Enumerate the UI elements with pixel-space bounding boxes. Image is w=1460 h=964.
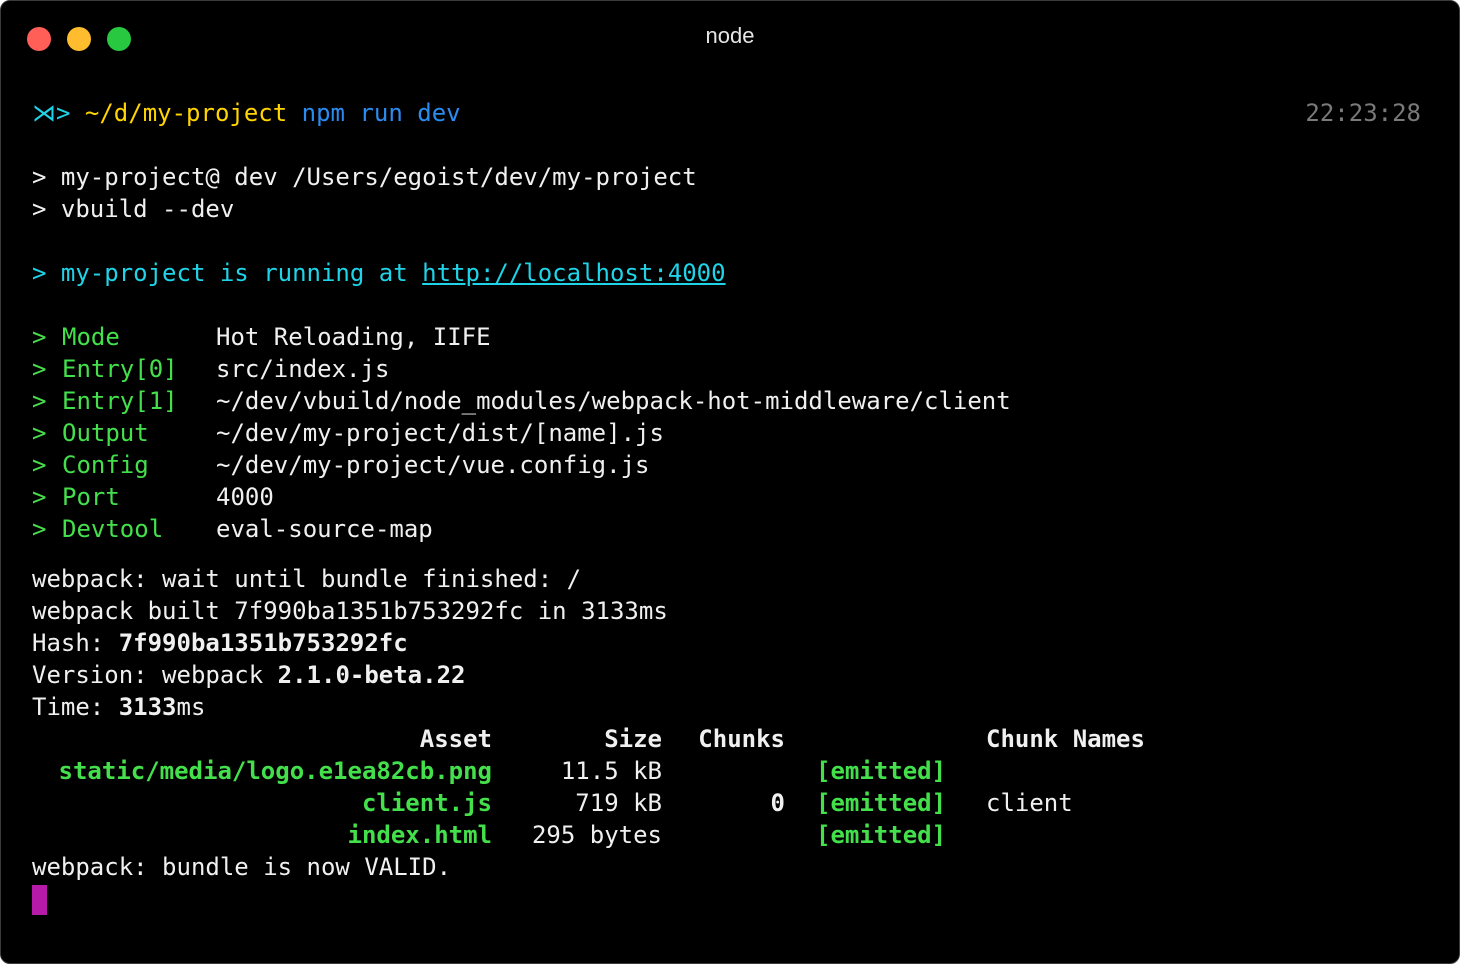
config-key: Entry[0] [62,355,178,383]
title-bar: node [1,1,1459,73]
config-prefix: > [32,323,47,351]
hash-line: Hash: 7f990ba1351b753292fc [32,627,1429,659]
config-row: > Entry[0] src/index.js [32,353,1429,385]
table-row: index.html 295 bytes [emitted] [32,819,1429,851]
config-row: > Port 4000 [32,481,1429,513]
prompt-command: npm [301,99,346,127]
table-row: client.js 719 kB 0 [emitted] client [32,787,1429,819]
config-prefix: > [32,515,47,543]
hash-value: 7f990ba1351b753292fc [118,629,408,657]
config-row: > Config ~/dev/my-project/vue.config.js [32,449,1429,481]
config-key: Port [62,483,120,511]
config-key: Devtool [62,515,164,543]
config-value: ~/dev/my-project/dist/[name].js [216,419,664,447]
hash-label: Hash: [32,629,119,657]
asset-size: 295 bytes [531,821,662,849]
asset-name: client.js [361,789,492,817]
config-value: ~/dev/my-project/vue.config.js [216,451,650,479]
prompt-args: run dev [359,99,461,127]
terminal-output[interactable]: ⋊> ~/d/my-project npm run dev 22:23:28 > … [32,97,1429,915]
cursor-line [32,883,1429,915]
npm-script-line: > my-project@ dev /Users/egoist/dev/my-p… [32,163,697,191]
asset-header: Asset [419,725,492,753]
config-key: Config [62,451,149,479]
assets-table-body: static/media/logo.e1ea82cb.png 11.5 kB [em… [32,755,1429,851]
config-value: src/index.js [216,355,390,383]
asset-status: [emitted] [816,821,947,849]
config-value: ~/dev/vbuild/node_modules/webpack-hot-mi… [216,387,1011,415]
asset-name: index.html [347,821,493,849]
time-label: Time: [32,693,119,721]
webpack-wait-line: webpack: wait until bundle finished: / [32,565,582,593]
terminal-window: node ⋊> ~/d/my-project npm run dev 22:23:… [0,0,1460,964]
table-row: static/media/logo.e1ea82cb.png 11.5 kB [em… [32,755,1429,787]
config-prefix: > [32,387,47,415]
config-key: Entry[1] [62,387,178,415]
config-value: Hot Reloading, IIFE [216,323,491,351]
npm-command-line: > vbuild --dev [32,195,235,223]
config-value: 4000 [216,483,274,511]
terminal-cursor [32,885,47,915]
window-title: node [705,23,755,48]
prompt-path: ~/d/my-project [84,99,288,127]
running-line: > my-project is running at http://localh… [32,257,1429,289]
prompt-line: ⋊> ~/d/my-project npm run dev 22:23:28 [32,97,1429,129]
webpack-built-line: webpack built 7f990ba1351b753292fc in 31… [32,597,668,625]
time-line: Time: 3133ms [32,691,1429,723]
size-header: Size [604,725,662,753]
assets-table-header: Asset Size Chunks Chunk Names [32,723,1429,755]
config-value: eval-source-map [216,515,433,543]
config-prefix: > [32,451,47,479]
asset-size: 11.5 kB [560,757,662,785]
config-key: Output [62,419,149,447]
bundle-valid-line: webpack: bundle is now VALID. [32,853,452,881]
config-row: > Mode Hot Reloading, IIFE [32,321,1429,353]
running-text: > my-project is running at [32,259,423,287]
asset-chunk-names: client [986,789,1073,817]
asset-status: [emitted] [816,789,947,817]
config-row: > Devtool eval-source-map [32,513,1429,545]
time-value: 3133 [118,693,177,721]
config-key: Mode [62,323,120,351]
chunks-header: Chunks [698,725,785,753]
version-label: Version: webpack [32,661,278,689]
config-prefix: > [32,483,47,511]
time-unit: ms [176,693,206,721]
localhost-link[interactable]: http://localhost:4000 [422,259,725,287]
config-info: > Mode Hot Reloading, IIFE > Entry[0] src/ind… [32,321,1429,545]
asset-status: [emitted] [816,757,947,785]
asset-size: 719 kB [575,789,662,817]
config-row: > Entry[1] ~/dev/vbuild/node_modules/webpa… [32,385,1429,417]
asset-name: static/media/logo.e1ea82cb.png [58,757,492,785]
prompt-timestamp: 22:23:28 [1305,99,1421,127]
config-row: > Output ~/dev/my-project/dist/[name].js [32,417,1429,449]
version-line: Version: webpack 2.1.0-beta.22 [32,659,1429,691]
prompt-symbol: ⋊> [32,99,71,127]
config-prefix: > [32,419,47,447]
asset-chunks: 0 [770,789,785,817]
chunk-names-header: Chunk Names [986,725,1145,753]
config-prefix: > [32,355,47,383]
version-value: 2.1.0-beta.22 [277,661,466,689]
